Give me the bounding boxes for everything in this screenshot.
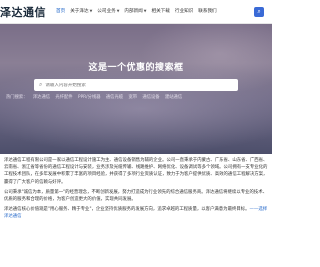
- nav-label: 公司业务: [97, 9, 116, 14]
- nav-label: 关于泽达: [70, 9, 89, 14]
- top-navigation-bar: 泽达通信 首页 关于泽达 ▼ 公司业务 ▼ 内部新闻 ▼ 相关下载 行业知识 联系我们…: [0, 0, 272, 24]
- company-intro: 泽达通信工程有限公司是一家以通信工程设计施工为主、通信设备销售为辅的企业。公司一…: [0, 157, 272, 224]
- hot-search-tag[interactable]: 通信设备: [142, 95, 159, 100]
- nav-label: 首页: [56, 9, 66, 14]
- intro-paragraph: 泽达通信工程有限公司是一家以通信工程设计施工为主、通信设备销售为辅的企业。公司一…: [4, 158, 268, 185]
- nav-downloads[interactable]: 相关下载: [151, 8, 169, 14]
- hot-search-tag[interactable]: 建站通信: [165, 95, 182, 100]
- search-icon[interactable]: ⌕: [254, 7, 264, 17]
- search-box[interactable]: ⌕: [34, 79, 238, 91]
- nav-news[interactable]: 内部新闻 ▼: [124, 8, 146, 14]
- main-nav: 首页 关于泽达 ▼ 公司业务 ▼ 内部新闻 ▼ 相关下载 行业知识 联系我们: [56, 8, 217, 14]
- nav-label: 内部新闻: [124, 9, 143, 14]
- chevron-down-icon: ▼: [116, 9, 120, 13]
- nav-label: 相关下载: [151, 9, 170, 14]
- intro-paragraph: 泽达通信核心价值观是"用心服务、精于专业"，企业坚持优质服务的发展方向，追求卓越…: [0, 206, 272, 220]
- hot-search-tag[interactable]: 光纤配件: [55, 95, 72, 100]
- hot-search-tag[interactable]: 通信光缆: [106, 95, 123, 100]
- search-icon: ⌕: [39, 81, 43, 88]
- hot-search-tag[interactable]: 泽达通信: [33, 95, 50, 100]
- nav-business[interactable]: 公司业务 ▼: [97, 8, 119, 14]
- hot-search-tag[interactable]: 宽带: [128, 95, 137, 100]
- nav-about[interactable]: 关于泽达 ▼: [70, 8, 92, 14]
- nav-label: 行业知识: [174, 9, 194, 14]
- nav-home[interactable]: 首页: [56, 8, 65, 14]
- hot-search-label: 热门搜索：: [6, 95, 28, 100]
- site-logo[interactable]: 泽达通信: [0, 4, 46, 20]
- chevron-down-icon: ▼: [89, 9, 93, 13]
- hot-search-tags: 热门搜索： 泽达通信 光纤配件 PPR/分线器 通信光缆 宽带 通信设备 建站通…: [6, 94, 270, 100]
- hero-title: 这是一个优惠的搜索框: [88, 63, 184, 73]
- chevron-down-icon: ▼: [143, 9, 147, 13]
- nav-label: 联系我们: [198, 9, 217, 14]
- hot-search-tag[interactable]: PPR/分线器: [78, 95, 101, 100]
- intro-paragraph: 公司秉承"诚信为本，质量第一"的经营理念，不断创新发展，努力打造成为行业领先的综…: [4, 189, 268, 203]
- hero-banner: 这是一个优惠的搜索框 ⌕ 热门搜索： 泽达通信 光纤配件 PPR/分线器 通信光…: [0, 24, 272, 154]
- intro-text: 泽达通信核心价值观是"用心服务、精于专业"，企业坚持优质服务的发展方向，追求卓越…: [4, 207, 250, 213]
- search-input[interactable]: [45, 82, 226, 88]
- nav-knowledge[interactable]: 行业知识: [175, 8, 193, 14]
- nav-contact[interactable]: 联系我们: [198, 8, 216, 14]
